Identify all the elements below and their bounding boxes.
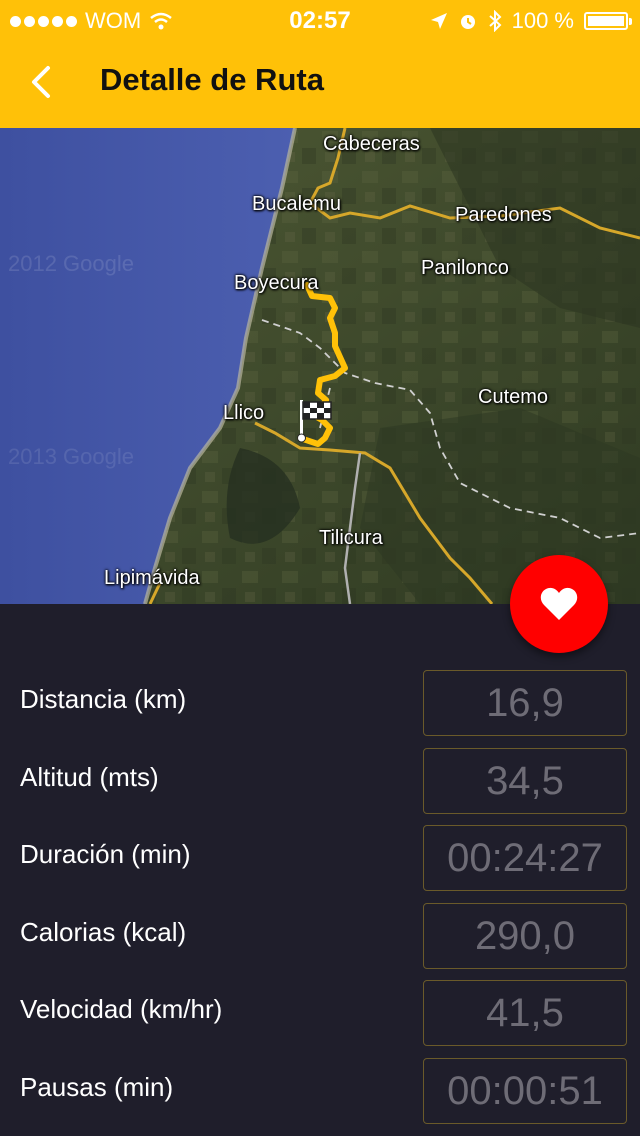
battery-percent: 100 % bbox=[511, 8, 574, 33]
stat-value: 16,9 bbox=[423, 670, 627, 736]
map-watermark: 2013 Google bbox=[8, 444, 134, 469]
status-right: 100 % bbox=[430, 8, 632, 34]
chevron-left-icon bbox=[32, 66, 50, 98]
stat-row-distance: Distancia (km) 16,9 bbox=[0, 670, 640, 736]
bluetooth-icon bbox=[488, 10, 502, 32]
stat-label: Pausas (min) bbox=[20, 1072, 174, 1102]
stat-value: 34,5 bbox=[423, 748, 627, 814]
navigation-bar: Detalle de Ruta bbox=[0, 40, 640, 128]
stat-value: 00:24:27 bbox=[423, 825, 627, 891]
route-map[interactable]: 2012 Google 2013 Google Cabeceras Bucale… bbox=[0, 128, 640, 604]
back-button[interactable] bbox=[24, 62, 64, 102]
place-label: Cabeceras bbox=[323, 133, 420, 155]
place-label: Tilicura bbox=[319, 527, 383, 549]
stat-row-calories: Calorias (kcal) 290,0 bbox=[0, 903, 640, 969]
stat-value: 290,0 bbox=[423, 903, 627, 969]
place-label: Paredones bbox=[455, 204, 552, 226]
stat-row-pauses: Pausas (min) 00:00:51 bbox=[0, 1058, 640, 1124]
place-label: Cutemo bbox=[478, 386, 549, 408]
place-label: Boyecura bbox=[234, 272, 319, 294]
stat-row-speed: Velocidad (km/hr) 41,5 bbox=[0, 980, 640, 1046]
place-label: Bucalemu bbox=[252, 193, 341, 215]
stat-label: Calorias (kcal) bbox=[20, 917, 187, 947]
stat-label: Distancia (km) bbox=[20, 684, 187, 714]
stat-row-duration: Duración (min) 00:24:27 bbox=[0, 825, 640, 891]
map-watermark: 2012 Google bbox=[8, 251, 134, 276]
status-bar: WOM 02:57 100 % bbox=[0, 0, 640, 40]
stat-row-altitude: Altitud (mts) 34,5 bbox=[0, 748, 640, 814]
route-stats: Distancia (km) 16,9 Altitud (mts) 34,5 D… bbox=[0, 604, 640, 1136]
place-label: Lipimávida bbox=[104, 567, 200, 589]
stat-value: 41,5 bbox=[423, 980, 627, 1046]
stat-value: 00:00:51 bbox=[423, 1058, 627, 1124]
page-title: Detalle de Ruta bbox=[100, 62, 324, 97]
alarm-clock-icon bbox=[460, 15, 475, 29]
stat-label: Duración (min) bbox=[20, 839, 191, 869]
place-label: Llico bbox=[223, 402, 265, 424]
location-arrow-icon bbox=[430, 13, 447, 29]
place-label: Panilonco bbox=[421, 257, 509, 279]
stat-label: Altitud (mts) bbox=[20, 762, 159, 792]
battery-icon bbox=[584, 12, 632, 30]
stat-label: Velocidad (km/hr) bbox=[20, 994, 223, 1024]
